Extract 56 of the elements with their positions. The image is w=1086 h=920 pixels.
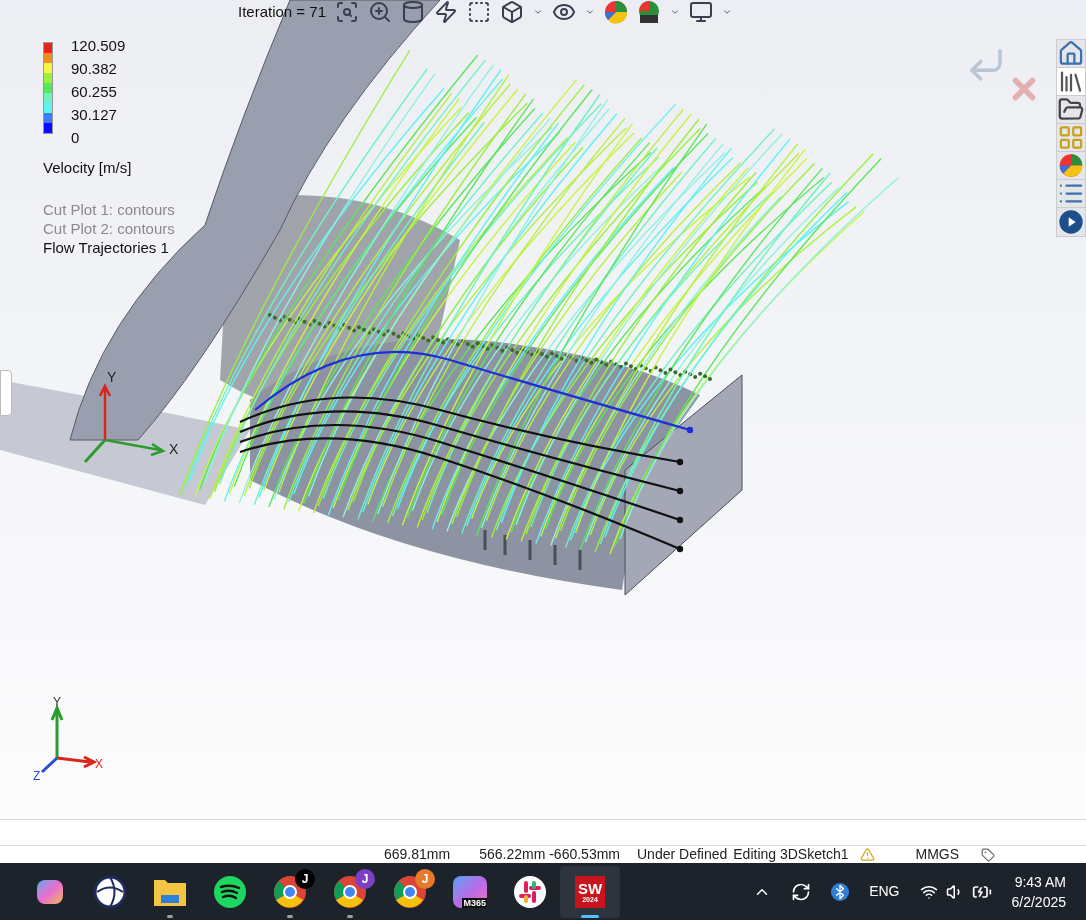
scale-value: 90.382 [71, 59, 118, 79]
axis-label: X [95, 757, 103, 771]
section-view-icon[interactable] [401, 0, 425, 24]
caret-icon[interactable] [533, 7, 543, 17]
axis-label: Y [107, 369, 117, 385]
plot-label: Cut Plot 2: contours [43, 218, 175, 238]
caret-icon[interactable] [670, 7, 680, 17]
clock-time[interactable]: 9:43 AM [1014, 871, 1066, 892]
iteration-label: Iteration = 71 [238, 1, 326, 22]
status-text: Editing 3DSketch1 [733, 845, 849, 864]
profile-badge: J [355, 868, 375, 889]
spotify-icon[interactable] [213, 874, 247, 909]
sync-icon[interactable] [791, 881, 812, 902]
caret-icon[interactable] [722, 7, 732, 17]
taskbar-button[interactable]: J [260, 865, 320, 918]
color-sphere-icon[interactable] [604, 0, 628, 24]
status-text: 669.81mm [384, 845, 451, 864]
axis-label: Z [33, 769, 41, 783]
lightning-icon[interactable] [434, 0, 458, 24]
globe-icon[interactable] [93, 874, 127, 909]
plot-label: Cut Plot 1: contours [43, 199, 175, 219]
profile-badge: J [415, 868, 435, 889]
home-icon[interactable] [1057, 40, 1085, 68]
copilot-icon[interactable] [37, 879, 63, 904]
bluetooth-icon[interactable] [831, 882, 850, 901]
caret-icon[interactable] [585, 7, 595, 17]
taskbar-button[interactable]: J [320, 865, 380, 918]
taskbar-button[interactable]: M365 [440, 865, 500, 918]
zoom-icon[interactable] [368, 0, 392, 24]
language-indicator[interactable]: ENG [869, 881, 900, 902]
scale-value: 60.255 [71, 82, 118, 102]
play-disc-icon[interactable] [1057, 208, 1085, 236]
scale-value: 30.127 [71, 105, 118, 125]
status-text: MMGS [915, 845, 960, 864]
axis-label: X [169, 441, 179, 457]
m365-icon[interactable]: M365 [453, 875, 487, 908]
panel-handle[interactable] [0, 370, 12, 416]
folder-icon[interactable] [1057, 96, 1085, 124]
monitor-icon[interactable] [689, 0, 713, 24]
slack-icon[interactable] [513, 874, 547, 909]
plot-label: Flow Trajectories 1 [43, 237, 170, 257]
cube-icon[interactable] [500, 0, 524, 24]
color-sphere-icon[interactable] [1057, 152, 1085, 180]
clock-date[interactable]: 6/2/2025 [1011, 891, 1066, 912]
status-text: 566.22mm -660.53mm [479, 845, 620, 864]
status-text: Under Defined [637, 845, 728, 864]
legend-title: Velocity [m/s] [43, 158, 133, 178]
zoom-fit-icon[interactable] [335, 0, 359, 24]
scale-value: 120.509 [71, 36, 126, 56]
box-icon[interactable] [467, 0, 491, 24]
scale-value: 0 [71, 128, 81, 148]
scene-icon[interactable] [637, 0, 661, 24]
books-icon[interactable] [1057, 68, 1085, 96]
axis-label: Y [53, 695, 61, 709]
tag-icon[interactable] [981, 847, 996, 862]
profile-badge: J [295, 868, 315, 889]
